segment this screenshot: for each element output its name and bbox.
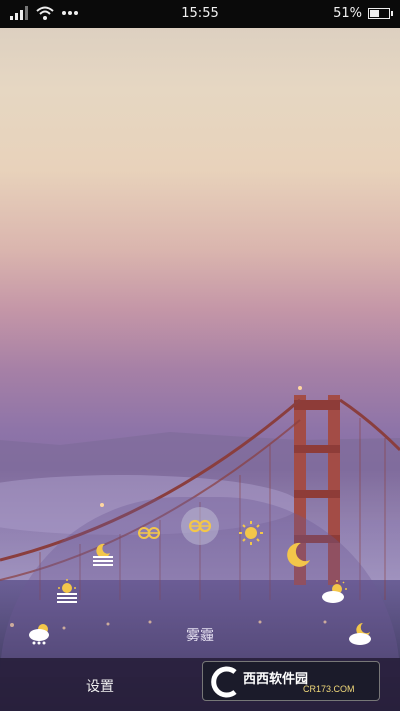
moon-fog-icon[interactable]	[88, 540, 118, 570]
watermark-brand: 西西软件园	[243, 671, 309, 686]
haze-icon[interactable]	[134, 518, 164, 548]
moon-icon[interactable]	[283, 540, 313, 570]
sun-cloud-icon[interactable]	[319, 578, 349, 608]
current-weather-label: 雾霾	[186, 628, 214, 644]
battery-level-fill	[370, 10, 379, 17]
sun-icon[interactable]	[236, 518, 266, 548]
status-bar: 15:55 51%	[0, 0, 400, 28]
sun-fog-icon[interactable]	[52, 578, 82, 608]
battery-percent: 51%	[333, 6, 362, 21]
watermark-url: CR173.COM	[303, 684, 355, 694]
battery-icon	[368, 8, 393, 19]
haze-icon-selected[interactable]	[185, 511, 215, 541]
cr173-logo-icon	[211, 666, 237, 698]
settings-button[interactable]: 设置	[70, 676, 130, 696]
watermark-logo: 西西软件园 CR173.COM	[202, 661, 380, 701]
live-wallpaper-background: 15:55 51% 雾霾 设置 西西软件园 CR173.COM	[0, 0, 400, 711]
